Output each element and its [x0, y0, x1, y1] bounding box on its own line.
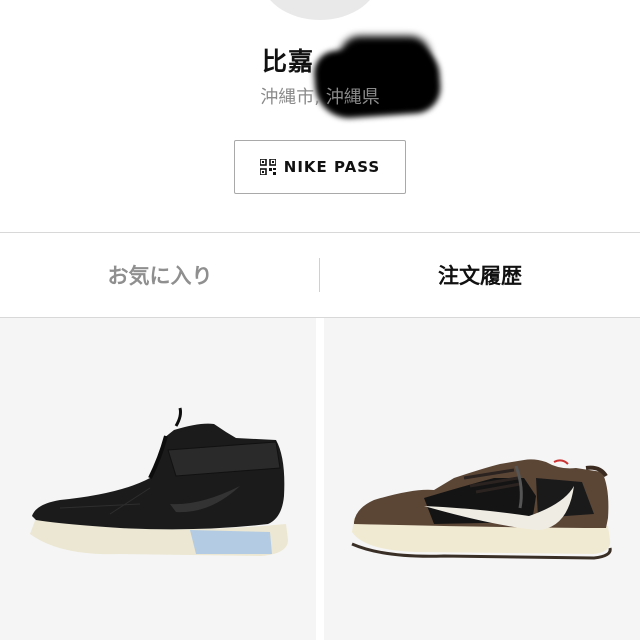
- nike-pass-label: NIKE PASS: [283, 158, 381, 176]
- product-grid: [0, 318, 640, 640]
- tab-order-history[interactable]: 注文履歴: [320, 233, 640, 317]
- brown-black-low-top-sneaker-image: [351, 459, 612, 560]
- tab-favorites[interactable]: お気に入り: [0, 233, 320, 317]
- profile-header: 比嘉: [0, 36, 640, 121]
- profile-tabs: お気に入り 注文履歴: [0, 233, 640, 317]
- profile-location: 沖縄市, 沖縄県: [260, 87, 380, 108]
- qr-code-icon: [259, 159, 276, 175]
- black-high-top-sneaker-image: [30, 407, 288, 556]
- nike-pass-button[interactable]: NIKE PASS: [234, 140, 406, 194]
- product-tile[interactable]: [324, 318, 640, 640]
- redaction-scribble-top: [340, 36, 430, 76]
- avatar[interactable]: [260, 0, 380, 20]
- tab-separator: [319, 258, 320, 292]
- profile-name: 比嘉: [262, 47, 315, 76]
- product-tile[interactable]: [0, 318, 316, 640]
